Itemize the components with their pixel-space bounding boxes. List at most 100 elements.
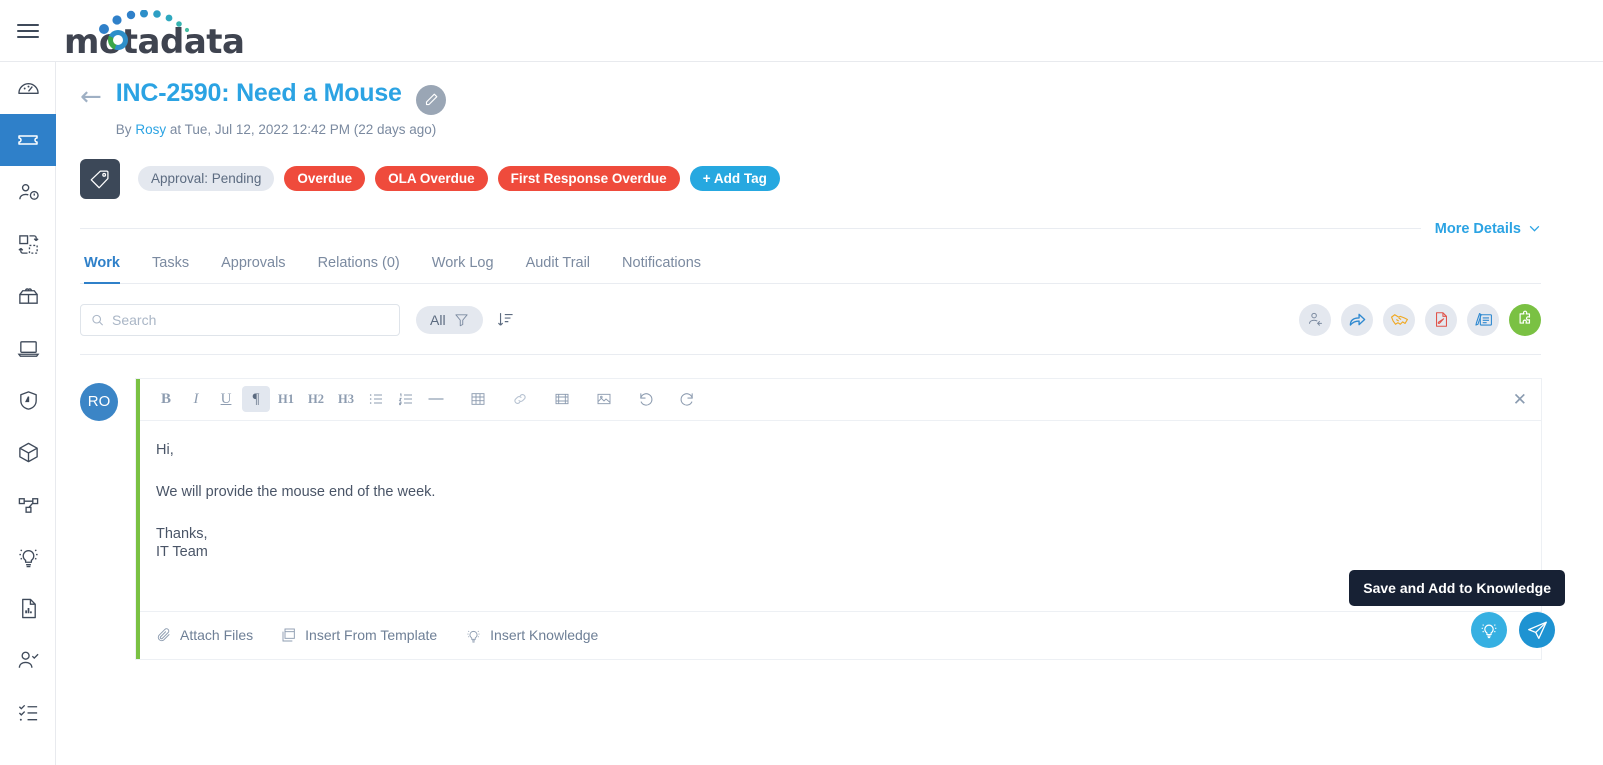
- table-icon: [471, 393, 485, 405]
- sidebar-item-problems[interactable]: [0, 166, 56, 218]
- heading-2-button[interactable]: H2: [302, 386, 330, 412]
- main-content: ← INC-2590: Need a Mouse By Rosy at Tue,…: [56, 62, 1565, 765]
- close-icon[interactable]: ✕: [1513, 390, 1527, 410]
- redo-icon: [680, 392, 693, 406]
- horizontal-rule-icon: [428, 398, 444, 400]
- sidebar-item-relations[interactable]: [0, 478, 56, 530]
- tab-work-log[interactable]: Work Log: [416, 255, 510, 283]
- ticket-header: ← INC-2590: Need a Mouse By Rosy at Tue,…: [80, 62, 1541, 141]
- paperclip-icon: [157, 628, 170, 642]
- tag-chip-approval[interactable]: Approval: Pending: [138, 166, 275, 191]
- insert-knowledge-button[interactable]: Insert Knowledge: [465, 627, 598, 644]
- more-details-button[interactable]: More Details: [1435, 221, 1541, 237]
- add-tag-button[interactable]: + Add Tag: [689, 166, 780, 191]
- editor-line-3: Thanks,: [156, 525, 208, 542]
- search-box[interactable]: [80, 303, 400, 336]
- sidebar-item-tickets[interactable]: [0, 114, 56, 166]
- avatar: RO: [80, 382, 118, 421]
- link-button[interactable]: [506, 386, 534, 412]
- add-solution-button[interactable]: [1509, 303, 1541, 336]
- tag-chip-overdue[interactable]: Overdue: [284, 166, 366, 191]
- editor-body[interactable]: Hi, We will provide the mouse end of the…: [140, 421, 1541, 611]
- add-work-note-button[interactable]: [1467, 303, 1499, 336]
- search-icon: [92, 314, 104, 326]
- link-icon: [514, 394, 526, 404]
- undo-button[interactable]: [632, 386, 660, 412]
- filter-label: All: [430, 311, 446, 328]
- table-button[interactable]: [464, 386, 492, 412]
- tab-notifications[interactable]: Notifications: [606, 255, 717, 283]
- filter-all-button[interactable]: All: [416, 305, 483, 334]
- note-pencil-icon: [1474, 313, 1492, 326]
- image-button[interactable]: [590, 386, 618, 412]
- bullet-list-button[interactable]: [362, 386, 390, 412]
- add-note-button[interactable]: [1425, 303, 1457, 336]
- document-edit-icon: [1435, 312, 1447, 327]
- editor-footer: Attach Files Insert From Template Insert…: [140, 610, 1541, 659]
- search-input[interactable]: [112, 311, 389, 328]
- hamburger-bar: [17, 29, 39, 32]
- video-button[interactable]: [548, 386, 576, 412]
- sidebar-item-reports[interactable]: [0, 582, 56, 634]
- change-icon: [17, 234, 39, 254]
- save-and-add-to-knowledge-button[interactable]: [1471, 612, 1507, 648]
- ticket-icon: [18, 135, 38, 145]
- page-title[interactable]: INC-2590: Need a Mouse: [116, 79, 402, 107]
- tab-audit-trail[interactable]: Audit Trail: [510, 255, 606, 283]
- sidebar-item-changes[interactable]: [0, 218, 56, 270]
- heading-3-button[interactable]: H3: [332, 386, 360, 412]
- tag-chip-ola-overdue[interactable]: OLA Overdue: [375, 166, 488, 191]
- reply-to-requester-button[interactable]: [1299, 303, 1331, 336]
- horizontal-rule-button[interactable]: [422, 386, 450, 412]
- tab-relations[interactable]: Relations (0): [302, 255, 416, 283]
- tab-tasks[interactable]: Tasks: [136, 255, 205, 283]
- tab-approvals[interactable]: Approvals: [205, 255, 301, 283]
- back-arrow-icon[interactable]: ←: [80, 84, 102, 110]
- tag-icon[interactable]: [80, 158, 120, 199]
- tab-work[interactable]: Work: [80, 255, 136, 284]
- sidebar-item-dashboard[interactable]: [0, 62, 56, 114]
- underline-button[interactable]: U: [212, 386, 240, 412]
- chevron-down-icon: [1529, 225, 1540, 232]
- video-icon: [555, 393, 569, 405]
- filter-bar: All: [80, 303, 1541, 336]
- paragraph-button[interactable]: ¶: [242, 386, 270, 412]
- ticket-byline: By Rosy at Tue, Jul 12, 2022 12:42 PM (2…: [116, 122, 446, 137]
- top-bar: motadata: [0, 0, 1603, 62]
- insert-from-template-button[interactable]: Insert From Template: [281, 627, 437, 643]
- user-alert-icon: [18, 183, 39, 200]
- paper-plane-icon: [1527, 621, 1547, 639]
- brand-name: motadata: [64, 21, 245, 62]
- funnel-icon: [454, 314, 468, 327]
- numbered-list-button[interactable]: [392, 386, 420, 412]
- heading-1-button[interactable]: H1: [272, 386, 300, 412]
- forward-arrow-icon: [1349, 313, 1365, 326]
- brand-logo[interactable]: motadata: [64, 6, 245, 62]
- sidebar-item-security[interactable]: [0, 374, 56, 426]
- sidebar-item-tasks[interactable]: [0, 686, 56, 738]
- forward-button[interactable]: [1341, 303, 1373, 336]
- send-button[interactable]: [1519, 605, 1565, 648]
- redo-button[interactable]: [672, 386, 700, 412]
- editor-line-2: We will provide the mouse end of the wee…: [156, 483, 436, 500]
- sidebar-item-assets[interactable]: [0, 322, 56, 374]
- tag-chip-first-response-overdue[interactable]: First Response Overdue: [497, 166, 680, 191]
- user-check-icon: [18, 651, 39, 668]
- bold-button[interactable]: B: [152, 386, 180, 412]
- pencil-icon[interactable]: [416, 84, 447, 115]
- sidebar-item-knowledge[interactable]: [0, 530, 56, 582]
- hamburger-bar: [17, 23, 39, 26]
- sort-button[interactable]: [497, 311, 514, 328]
- attach-files-button[interactable]: Attach Files: [156, 627, 253, 643]
- hamburger-icon[interactable]: [0, 0, 56, 62]
- sidebar-item-approvals[interactable]: [0, 634, 56, 686]
- reply-editor-row: RO B I U ¶ H1 H2 H3 ✕ Hi, We will provid…: [80, 378, 1541, 659]
- handshake-icon: [1390, 314, 1408, 325]
- sidebar-item-releases[interactable]: [0, 270, 56, 322]
- ticket-author-link[interactable]: Rosy: [135, 122, 166, 137]
- italic-button[interactable]: I: [182, 386, 210, 412]
- sidebar: [0, 62, 56, 765]
- collaborate-button[interactable]: [1383, 303, 1415, 336]
- undo-icon: [639, 392, 652, 406]
- sidebar-item-cmdb[interactable]: [0, 426, 56, 478]
